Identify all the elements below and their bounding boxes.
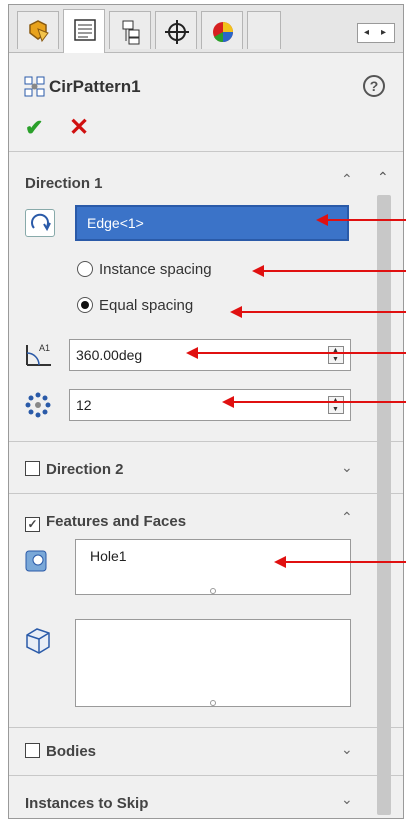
scroll-thumb[interactable] <box>377 195 391 815</box>
more-tabs[interactable] <box>247 11 281 49</box>
instances-to-skip-expand-icon[interactable]: ⌄ <box>341 791 353 808</box>
svg-text:A1: A1 <box>39 343 50 353</box>
direction2-expand-icon[interactable]: ⌄ <box>341 459 353 476</box>
instance-spacing-radio[interactable] <box>77 261 93 277</box>
display-manager-tab-icon <box>213 22 233 43</box>
tab-scroll-right-icon[interactable]: ▸ <box>381 27 386 38</box>
instances-value: 12 <box>76 397 92 413</box>
direction2-header[interactable]: Direction 2 <box>25 461 124 478</box>
callout-arrow <box>252 265 406 277</box>
bodies-expand-icon[interactable]: ⌄ <box>341 741 353 758</box>
help-icon[interactable]: ? <box>363 75 385 97</box>
features-faces-checkbox[interactable]: ✓ <box>25 517 40 532</box>
feature-manager-tab-icon <box>29 20 49 43</box>
faces-to-pattern-list[interactable] <box>75 619 351 707</box>
feature-manager-tab[interactable] <box>17 11 59 49</box>
callout-arrow <box>186 347 406 359</box>
list-resize-grip[interactable] <box>210 700 216 706</box>
pattern-axis-value: Edge<1> <box>87 215 144 231</box>
direction2-title: Direction 2 <box>46 461 124 478</box>
callout-arrow <box>274 556 406 568</box>
callout-arrow <box>316 214 406 226</box>
reverse-direction-icon <box>31 213 51 232</box>
callout-arrow <box>222 396 406 408</box>
dimxpert-tab-icon <box>165 20 189 44</box>
callout-arrow <box>230 306 406 318</box>
divider <box>9 441 403 442</box>
bodies-title: Bodies <box>46 743 97 760</box>
direction1-collapse-icon[interactable]: ⌃ <box>341 171 353 188</box>
equal-spacing-label: Equal spacing <box>99 297 194 314</box>
divider <box>9 775 403 776</box>
features-to-pattern-icon <box>25 550 47 572</box>
tab-scroll-left-icon[interactable]: ◂ <box>364 27 369 38</box>
faces-to-pattern-icon <box>26 628 50 654</box>
equal-spacing-option[interactable]: Equal spacing <box>77 297 193 314</box>
instances-icon <box>25 392 51 418</box>
pattern-axis-field[interactable]: Edge<1> <box>75 205 349 241</box>
direction1-title[interactable]: Direction 1 <box>25 175 103 192</box>
vertical-scrollbar[interactable]: ⌃ <box>371 165 401 818</box>
features-faces-collapse-icon[interactable]: ⌃ <box>341 509 353 526</box>
feature-title: CirPattern1 <box>49 77 141 96</box>
features-faces-header[interactable]: ✓ Features and Faces <box>25 513 186 532</box>
reverse-direction-button[interactable] <box>25 209 55 237</box>
list-resize-grip[interactable] <box>210 588 216 594</box>
instance-spacing-label: Instance spacing <box>99 261 212 278</box>
features-to-pattern-list[interactable]: Hole1 <box>75 539 351 595</box>
display-manager-tab[interactable] <box>201 11 243 49</box>
direction2-checkbox[interactable] <box>25 461 40 476</box>
divider <box>9 493 403 494</box>
scroll-up-icon[interactable]: ⌃ <box>377 169 389 186</box>
equal-spacing-radio[interactable] <box>77 297 93 313</box>
instances-input[interactable]: 12 ▲▼ <box>69 389 351 421</box>
property-manager-tab-icon <box>74 19 96 41</box>
dimxpert-tab[interactable] <box>155 11 197 49</box>
cancel-button[interactable]: ✕ <box>69 113 89 142</box>
bodies-header[interactable]: Bodies <box>25 743 96 760</box>
angle-input[interactable]: 360.00deg ▲ ▼ <box>69 339 351 371</box>
divider <box>9 151 403 152</box>
circular-pattern-icon <box>24 76 45 97</box>
features-to-pattern-item: Hole1 <box>90 548 127 564</box>
property-manager-tab[interactable] <box>63 9 105 53</box>
divider <box>9 727 403 728</box>
property-manager-panel: ◂ ▸ CirPattern1 ? ✔ ✕ ⌃ Direction 1 ⌃ Ed… <box>8 4 404 819</box>
angle-spinner[interactable]: ▲ ▼ <box>328 346 344 364</box>
tab-scroll-arrows[interactable]: ◂ ▸ <box>357 23 395 43</box>
features-faces-title: Features and Faces <box>46 513 187 530</box>
ok-button[interactable]: ✔ <box>25 115 43 141</box>
angle-icon: A1 <box>26 343 51 366</box>
bodies-checkbox[interactable] <box>25 743 40 758</box>
instance-spacing-option[interactable]: Instance spacing <box>77 261 212 278</box>
panel-tab-strip: ◂ ▸ <box>9 5 403 53</box>
instances-spinner[interactable]: ▲▼ <box>328 396 344 414</box>
configuration-manager-tab[interactable] <box>109 11 151 49</box>
angle-value: 360.00deg <box>76 347 143 363</box>
configuration-manager-tab-icon <box>122 20 140 45</box>
instances-to-skip-title[interactable]: Instances to Skip <box>25 795 148 812</box>
